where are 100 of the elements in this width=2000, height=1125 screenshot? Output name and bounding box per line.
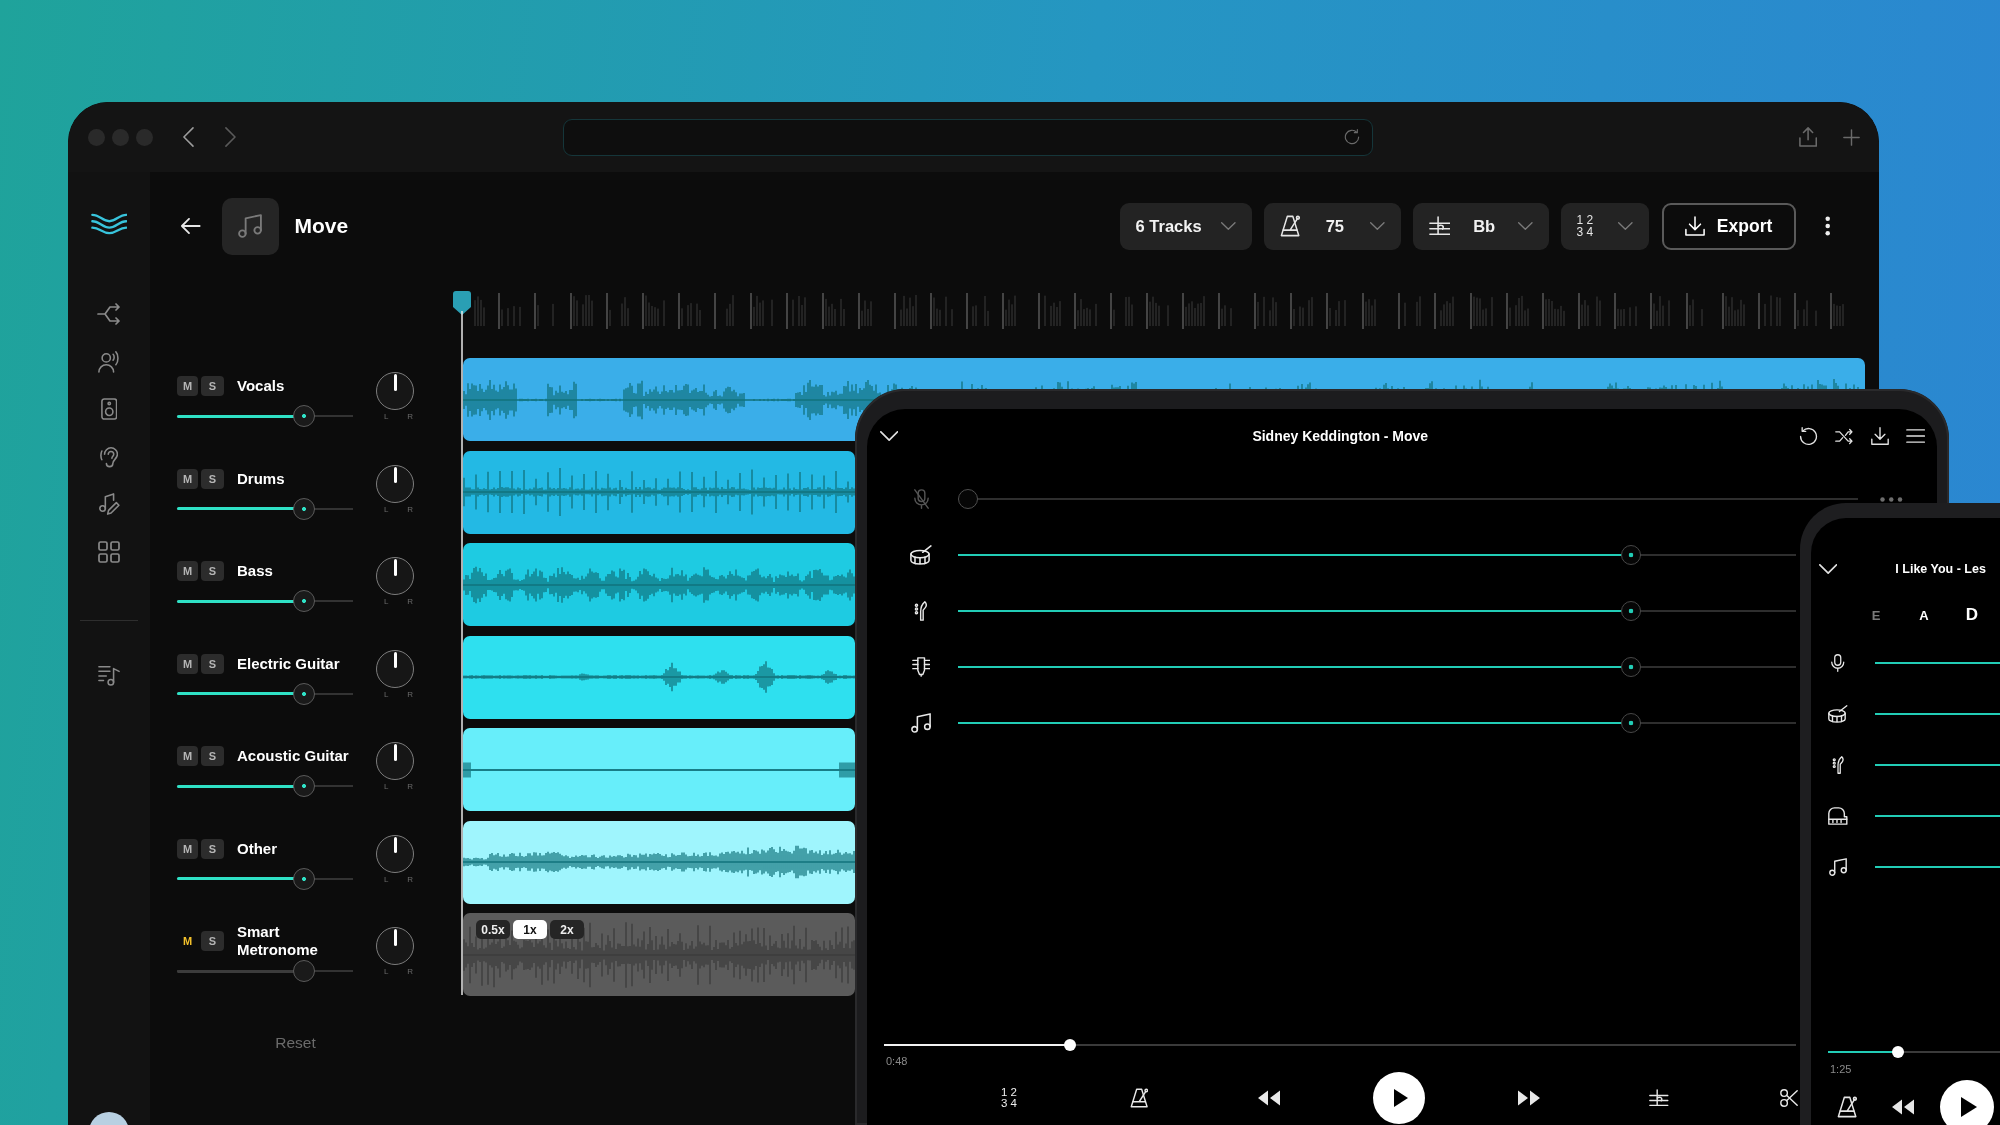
mute-button[interactable]: M [177,931,198,951]
playhead-marker[interactable] [453,291,471,995]
slider-thumb[interactable] [1620,545,1641,565]
volume-slider[interactable] [177,867,353,890]
rewind-icon[interactable] [1257,1090,1281,1106]
bass-headstock-icon[interactable] [914,601,928,621]
piano-icon[interactable] [1828,807,1848,825]
guitar-headstock-icon[interactable] [911,657,931,677]
pan-knob[interactable] [376,834,414,873]
reload-icon[interactable] [1343,129,1360,145]
time-signature-dropdown[interactable]: 1 2 3 4 [1560,202,1649,250]
mute-button[interactable]: M [177,653,198,674]
export-button[interactable]: Export [1661,202,1796,250]
mute-button[interactable]: M [177,746,198,766]
speed-button[interactable]: 1x [513,920,547,939]
download-icon[interactable] [1870,427,1889,445]
speaking-person-icon[interactable] [98,350,120,373]
volume-slider[interactable] [958,600,1796,622]
music-notes-icon[interactable] [911,713,931,733]
plus-icon[interactable] [1843,128,1860,146]
volume-slider[interactable] [958,488,1858,510]
play-button[interactable] [1940,1080,1995,1125]
volume-slider[interactable] [177,590,353,612]
mute-button[interactable]: M [177,468,198,489]
slider-thumb[interactable] [1620,713,1641,733]
solo-button[interactable]: S [201,931,224,951]
staff-lines-icon[interactable] [1649,1089,1669,1107]
pan-knob[interactable] [376,927,414,965]
slider-thumb[interactable] [292,405,315,427]
slider-thumb[interactable] [1620,601,1641,621]
rewind-icon[interactable] [1891,1099,1916,1115]
shuffle-icon[interactable] [1835,427,1854,445]
slider-thumb[interactable] [958,489,978,509]
chevron-down-icon[interactable] [880,431,899,441]
reset-button[interactable]: Reset [275,1034,316,1052]
music-note-pencil-icon[interactable] [98,493,120,516]
bass-headstock-icon[interactable] [1832,756,1844,774]
slider-thumb[interactable] [292,497,315,520]
volume-slider[interactable] [177,775,353,797]
volume-slider[interactable] [958,544,1796,566]
mute-button[interactable]: M [177,376,198,396]
solo-button[interactable]: S [201,653,224,674]
tracks-dropdown[interactable]: 6 Tracks [1119,202,1252,250]
ear-icon[interactable] [99,445,119,468]
progress-bar[interactable] [884,1039,1796,1051]
drum-icon[interactable] [1828,705,1848,723]
volume-slider[interactable] [177,960,353,982]
pan-knob[interactable] [376,372,414,410]
pan-knob[interactable] [376,464,414,503]
mute-button[interactable]: M [177,838,198,859]
wave-logo-icon[interactable] [90,213,128,235]
volume-slider[interactable] [177,405,353,427]
solo-button[interactable]: S [201,468,224,489]
solo-button[interactable]: S [201,746,224,766]
volume-slider[interactable] [958,712,1796,734]
undo-icon[interactable] [1799,426,1819,446]
music-notes-icon[interactable] [1829,858,1847,876]
solo-button[interactable]: S [201,838,224,859]
mute-button[interactable]: M [177,561,198,581]
solo-button[interactable]: S [201,376,224,396]
fast-forward-icon[interactable] [1517,1090,1541,1106]
more-options-icon[interactable] [1824,216,1830,236]
progress-thumb[interactable] [1064,1039,1076,1051]
scissors-icon[interactable] [1780,1089,1798,1107]
avatar-icon[interactable] [89,1112,129,1125]
slider-thumb[interactable] [292,682,315,705]
back-chevron-icon[interactable] [183,127,194,147]
slider-thumb[interactable] [292,960,315,982]
chevron-down-icon[interactable] [1819,564,1838,574]
key-dropdown[interactable]: Bb [1412,202,1549,250]
volume-slider[interactable] [177,682,353,705]
pan-knob[interactable] [376,742,414,780]
forward-chevron-icon[interactable] [224,127,236,147]
pan-knob[interactable] [376,649,414,688]
solo-button[interactable]: S [201,561,224,581]
slider-thumb[interactable] [292,867,315,890]
volume-slider[interactable] [958,656,1796,678]
speed-button[interactable]: 2x [550,920,584,939]
playlist-icon[interactable] [98,663,120,686]
more-icon[interactable] [1880,496,1903,502]
play-button[interactable] [1373,1072,1425,1124]
drum-icon[interactable] [910,545,932,565]
muted-microphone-icon[interactable] [913,489,929,509]
grid-icon[interactable] [98,540,120,563]
share-icon[interactable] [1798,127,1817,147]
slider-thumb[interactable] [292,590,315,612]
volume-slider[interactable] [177,497,353,520]
slider-thumb[interactable] [292,775,315,797]
tempo-dropdown[interactable]: 75 [1263,202,1401,250]
progress-thumb[interactable] [1892,1046,1904,1058]
time-signature-button[interactable]: 1 2 3 4 [1001,1087,1017,1109]
slider-thumb[interactable] [1620,657,1641,677]
pan-knob[interactable] [376,557,414,595]
speaker-icon[interactable] [100,398,118,421]
speed-button[interactable]: 0.5x [476,920,510,939]
progress-bar[interactable] [1828,1046,2000,1058]
split-arrows-icon[interactable] [97,303,121,325]
menu-icon[interactable] [1905,429,1925,443]
microphone-icon[interactable] [1831,654,1845,672]
back-arrow-icon[interactable] [181,218,201,234]
